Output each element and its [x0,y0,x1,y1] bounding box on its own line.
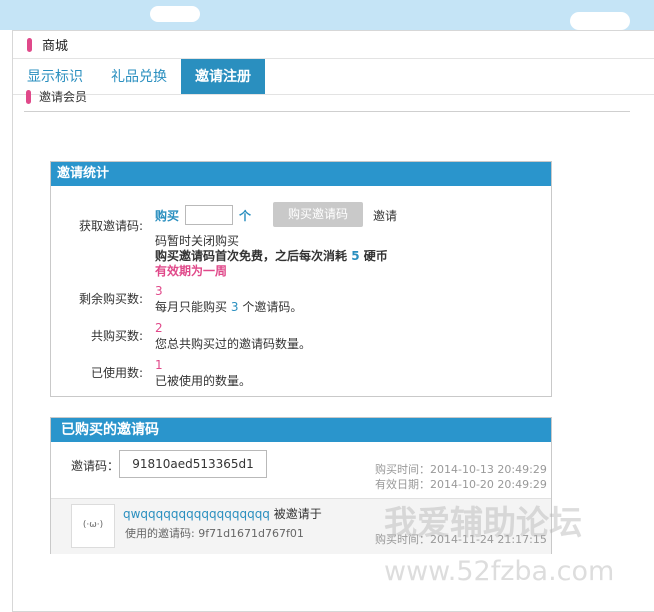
section-title: 邀请会员 [39,90,88,104]
cloud-decoration [570,12,630,30]
after-button-text: 邀请 [373,209,398,223]
total-note: 您总共购买过的邀请码数量。 [155,337,312,351]
quantity-unit: 个 [239,209,252,223]
buy-time: 购买时间：2014-10-13 20:49:29 [375,463,547,476]
get-code-label: 获取邀请码: [78,219,143,233]
sky-background [0,0,654,30]
panel-title: 商城 [42,39,69,54]
expire-time: 有效日期：2014-10-20 20:49:29 [375,478,547,491]
used-code-text: 使用的邀请码: 9f71d1671d767f01 [125,527,304,540]
box-title: 邀请统计 [51,162,551,186]
username-link[interactable]: qwqqqqqqqqqqqqqqqqq [123,507,270,521]
remaining-note-prefix: 每月只能购买 [155,300,228,314]
buy-invite-code-button[interactable]: 购买邀请码 [273,202,363,227]
avatar: (·ω·) [71,504,115,548]
quantity-input[interactable] [185,205,233,225]
remaining-value: 3 [155,284,163,298]
invite-code-field[interactable]: 91810aed513365d1 [119,450,267,478]
used-note: 已被使用的数量。 [155,374,252,388]
total-value: 2 [155,321,163,335]
record-user-line: qwqqqqqqqqqqqqqqqqq 被邀请于 [123,505,322,522]
code-label: 邀请码： [71,459,120,473]
invite-stats-box: 邀请统计 获取邀请码: 购买 个 购买邀请码 邀请 码暂时关闭购买 购买邀请码首… [50,161,552,397]
invite-record: (·ω·) qwqqqqqqqqqqqqqqqqq 被邀请于 使用的邀请码: 9… [51,498,551,554]
remaining-note: 每月只能购买 3 个邀请码。 [155,298,302,315]
invited-text: 被邀请于 [273,507,322,521]
pink-bullet-icon [27,37,32,52]
price-text: 购买邀请码首次免费，之后每次消耗 [155,249,348,263]
remaining-label: 剩余购买数: [78,292,143,306]
used-value: 1 [155,358,163,372]
price-value: 5 [351,249,360,263]
remaining-note-suffix: 个邀请码。 [242,300,303,314]
purchased-codes-box: 已购买的邀请码 邀请码： 91810aed513365d1 购买时间：2014-… [50,417,552,554]
panel-header: 商城 [13,31,654,59]
box-title: 已购买的邀请码 [51,418,551,442]
section-header: 邀请会员 [24,82,630,112]
cloud-decoration [150,6,200,22]
total-label: 共购买数: [90,329,143,343]
pink-bullet-icon [26,89,31,104]
buy-prefix: 购买 [155,209,180,223]
price-unit: 硬币 [363,249,388,263]
record-buy-time: 购买时间：2014-11-24 21:17:15 [375,533,547,546]
validity-text: 有效期为一周 [155,264,228,278]
used-label: 已使用数: [90,366,143,380]
remaining-note-value: 3 [230,300,239,314]
